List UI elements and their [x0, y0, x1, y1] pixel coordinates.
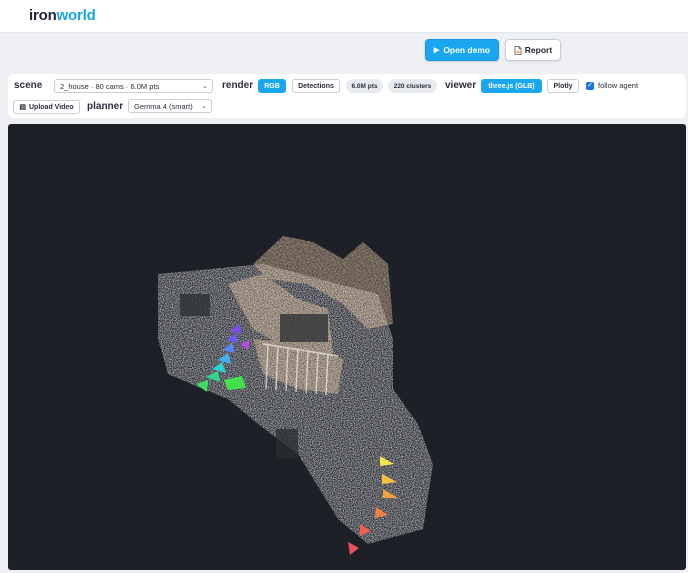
viewer-option-threejs[interactable]: three.js (GLB) — [481, 79, 542, 93]
scene-label: scene — [14, 80, 43, 91]
film-icon: ▤ — [19, 104, 26, 111]
camera-marker — [348, 542, 359, 555]
scene-toolbar: scene 2_house · 80 cams · 6.0M pts ⌄ ren… — [8, 74, 686, 118]
upload-video-button[interactable]: ▤ Upload Video — [13, 100, 80, 114]
3d-viewer[interactable] — [8, 124, 686, 570]
open-demo-label: Open demo — [443, 45, 491, 55]
chevron-down-icon: ⌄ — [201, 103, 207, 110]
planner-select[interactable]: Gemma 4 (smart) ⌄ — [128, 99, 212, 113]
follow-agent-label: follow agent — [598, 81, 639, 90]
upload-video-label: Upload Video — [29, 103, 74, 111]
render-option-detections[interactable]: Detections — [292, 79, 340, 93]
render-label: render — [222, 80, 254, 91]
planner-select-value: Gemma 4 (smart) — [134, 101, 193, 111]
logo-part-2: world — [56, 7, 96, 24]
document-icon — [514, 45, 522, 55]
top-bar: ironworld — [0, 0, 688, 33]
app-logo[interactable]: ironworld — [29, 7, 96, 24]
scene-select[interactable]: 2_house · 80 cams · 6.0M pts ⌄ — [54, 79, 213, 93]
planner-label: planner — [87, 101, 124, 112]
action-bar: ▶ Open demo Report — [0, 34, 688, 70]
play-icon: ▶ — [433, 47, 440, 54]
scene-select-value: 2_house · 80 cams · 6.0M pts — [60, 81, 160, 91]
points-count-badge: 6.0M pts — [346, 79, 383, 93]
chevron-down-icon: ⌄ — [202, 83, 208, 90]
logo-part-1: iron — [29, 7, 57, 24]
open-demo-button[interactable]: ▶ Open demo — [425, 39, 499, 61]
follow-agent-checkbox[interactable]: ✓ — [586, 82, 594, 90]
clusters-count-badge: 220 clusters — [388, 79, 437, 93]
point-cloud-canvas[interactable] — [8, 124, 686, 570]
report-label: Report — [524, 45, 553, 55]
viewer-option-plotly[interactable]: Plotly — [547, 79, 579, 93]
report-button[interactable]: Report — [505, 39, 561, 61]
viewer-label: viewer — [445, 80, 477, 91]
render-option-rgb[interactable]: RGB — [258, 79, 286, 93]
